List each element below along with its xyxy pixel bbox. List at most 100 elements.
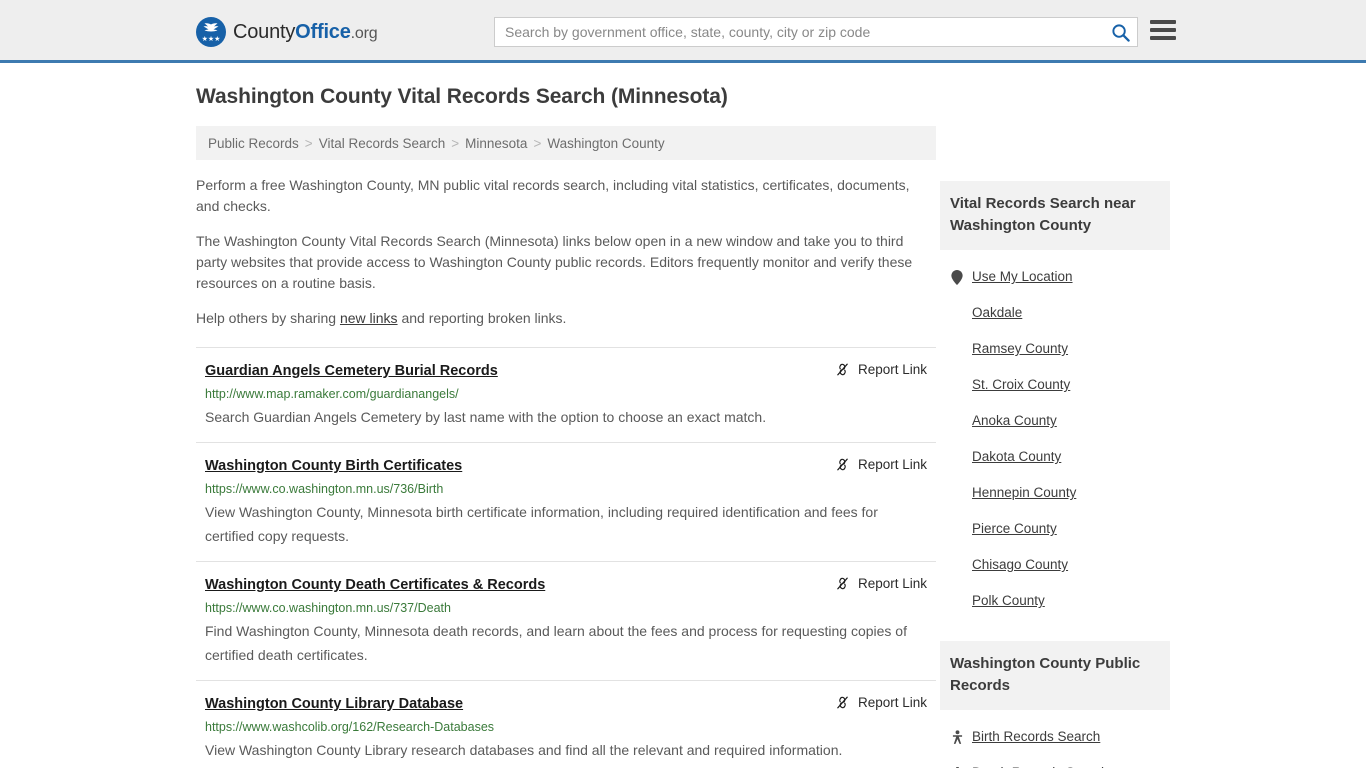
breadcrumb-item-minnesota[interactable]: Minnesota <box>465 136 527 151</box>
sidebar-public-records-link[interactable]: Birth Records Search <box>972 728 1100 746</box>
logo-part-county: County <box>233 20 296 43</box>
broken-link-icon <box>837 458 848 471</box>
site-logo-text: CountyOffice.org <box>233 20 378 44</box>
result-header: Washington County Death Certificates & R… <box>205 575 936 595</box>
sidebar-nearby-heading: Vital Records Search near Washington Cou… <box>940 181 1170 250</box>
hamburger-bar <box>1150 20 1176 24</box>
breadcrumb-separator: > <box>451 135 460 151</box>
sidebar-nearby-box: Vital Records Search near Washington Cou… <box>940 181 1170 619</box>
report-link-label: Report Link <box>857 695 927 710</box>
result-description: View Washington County Library research … <box>205 742 843 758</box>
sidebar-nearby-item[interactable]: Polk County <box>940 583 1170 619</box>
broken-link-icon <box>837 363 848 376</box>
sidebar-nearby-item[interactable]: Anoka County <box>940 403 1170 439</box>
eagle-seal-icon: ★★★ <box>196 17 226 47</box>
sidebar-public-records-heading: Washington County Public Records <box>940 641 1170 710</box>
sidebar-nearby-link[interactable]: Use My Location <box>972 268 1073 286</box>
map-pin-icon <box>950 269 964 285</box>
breadcrumb: Public Records > Vital Records Search > … <box>196 126 936 160</box>
results-list: Guardian Angels Cemetery Burial Records R… <box>196 347 936 768</box>
report-link-label: Report Link <box>857 576 927 591</box>
result-title-link[interactable]: Washington County Death Certificates & R… <box>205 575 545 595</box>
search-button[interactable] <box>1103 18 1137 46</box>
sidebar-nearby-item[interactable]: Use My Location <box>940 259 1170 295</box>
help-line: Help others by sharing new links and rep… <box>196 308 936 329</box>
result-description: View Washington County, Minnesota birth … <box>205 504 878 544</box>
result-description: Find Washington County, Minnesota death … <box>205 623 907 663</box>
sidebar-nearby-item[interactable]: Pierce County <box>940 511 1170 547</box>
breadcrumb-item-public-records[interactable]: Public Records <box>208 136 299 151</box>
hamburger-menu-icon[interactable] <box>1150 19 1176 41</box>
result-header: Washington County Library Database Report… <box>205 694 936 714</box>
help-line-before: Help others by sharing <box>196 310 340 326</box>
sidebar-nearby-link[interactable]: Chisago County <box>972 556 1068 574</box>
result-header: Guardian Angels Cemetery Burial Records R… <box>205 361 936 381</box>
intro-paragraph-2: The Washington County Vital Records Sear… <box>196 233 913 291</box>
broken-link-icon <box>837 577 848 590</box>
help-line-after: and reporting broken links. <box>397 310 567 326</box>
search-icon <box>1111 23 1130 42</box>
sidebar-nearby-link[interactable]: Polk County <box>972 592 1045 610</box>
sidebar-nearby-link[interactable]: St. Croix County <box>972 376 1070 394</box>
logo-part-tld: .org <box>350 24 378 42</box>
breadcrumb-separator: > <box>304 135 313 151</box>
sidebar-public-records-item[interactable]: Death Records Search <box>940 755 1170 768</box>
result-url: https://www.co.washington.mn.us/737/Deat… <box>205 601 451 615</box>
result-url: http://www.map.ramaker.com/guardianangel… <box>205 387 459 401</box>
result-title-link[interactable]: Washington County Birth Certificates <box>205 456 462 476</box>
result-item: Washington County Death Certificates & R… <box>196 561 936 680</box>
breadcrumb-separator: > <box>533 135 542 151</box>
site-header: ★★★ CountyOffice.org <box>0 0 1366 63</box>
sidebar-public-records-list: Birth Records Search Death Records Search… <box>940 719 1170 768</box>
new-links-link[interactable]: new links <box>340 310 398 326</box>
sidebar-public-records-link[interactable]: Death Records Search <box>972 764 1109 768</box>
sidebar-nearby-link[interactable]: Anoka County <box>972 412 1057 430</box>
broken-link-icon <box>837 696 848 709</box>
report-link-label: Report Link <box>857 362 927 377</box>
result-title-link[interactable]: Guardian Angels Cemetery Burial Records <box>205 361 498 381</box>
result-item: Guardian Angels Cemetery Burial Records R… <box>196 347 936 442</box>
hamburger-bar <box>1150 36 1176 40</box>
sidebar: Vital Records Search near Washington Cou… <box>940 181 1170 768</box>
result-title-link[interactable]: Washington County Library Database <box>205 694 463 714</box>
page-title: Washington County Vital Records Search (… <box>196 85 728 108</box>
sidebar-nearby-link[interactable]: Ramsey County <box>972 340 1068 358</box>
breadcrumb-item-vital-records-search[interactable]: Vital Records Search <box>319 136 446 151</box>
sidebar-nearby-item[interactable]: Dakota County <box>940 439 1170 475</box>
report-link-button[interactable]: Report Link <box>835 362 936 377</box>
sidebar-nearby-item[interactable]: Hennepin County <box>940 475 1170 511</box>
report-link-label: Report Link <box>857 457 927 472</box>
sidebar-nearby-link[interactable]: Oakdale <box>972 304 1022 322</box>
main-content: Washington County Vital Records Search (… <box>196 85 936 768</box>
sidebar-public-records-box: Washington County Public Records Birth R… <box>940 641 1170 768</box>
site-logo[interactable]: ★★★ CountyOffice.org <box>196 17 378 47</box>
report-link-button[interactable]: Report Link <box>835 576 936 591</box>
search-input[interactable] <box>495 18 1103 46</box>
stars-glyph: ★★★ <box>201 36 221 43</box>
result-url: https://www.co.washington.mn.us/736/Birt… <box>205 482 444 496</box>
sidebar-public-records-item[interactable]: Birth Records Search <box>940 719 1170 755</box>
hamburger-bar <box>1150 28 1176 32</box>
result-item: Washington County Birth Certificates Repo… <box>196 442 936 561</box>
result-description: Search Guardian Angels Cemetery by last … <box>205 409 767 425</box>
sidebar-nearby-item[interactable]: Chisago County <box>940 547 1170 583</box>
breadcrumb-item-washington-county[interactable]: Washington County <box>547 136 664 151</box>
sidebar-nearby-link[interactable]: Dakota County <box>972 448 1061 466</box>
report-link-button[interactable]: Report Link <box>835 457 936 472</box>
result-url: https://www.washcolib.org/162/Research-D… <box>205 720 495 734</box>
sidebar-nearby-item[interactable]: Ramsey County <box>940 331 1170 367</box>
intro-paragraph-1: Perform a free Washington County, MN pub… <box>196 177 910 214</box>
baby-icon <box>950 729 964 745</box>
sidebar-nearby-item[interactable]: St. Croix County <box>940 367 1170 403</box>
logo-part-office: Office <box>295 20 351 43</box>
sidebar-nearby-link[interactable]: Hennepin County <box>972 484 1076 502</box>
sidebar-nearby-item[interactable]: Oakdale <box>940 295 1170 331</box>
result-item: Washington County Library Database Report… <box>196 680 936 768</box>
search-bar[interactable] <box>494 17 1138 47</box>
result-header: Washington County Birth Certificates Repo… <box>205 456 936 476</box>
sidebar-nearby-list: Use My Location Oakdale Ramsey County St. C… <box>940 259 1170 619</box>
report-link-button[interactable]: Report Link <box>835 695 936 710</box>
sidebar-nearby-link[interactable]: Pierce County <box>972 520 1057 538</box>
